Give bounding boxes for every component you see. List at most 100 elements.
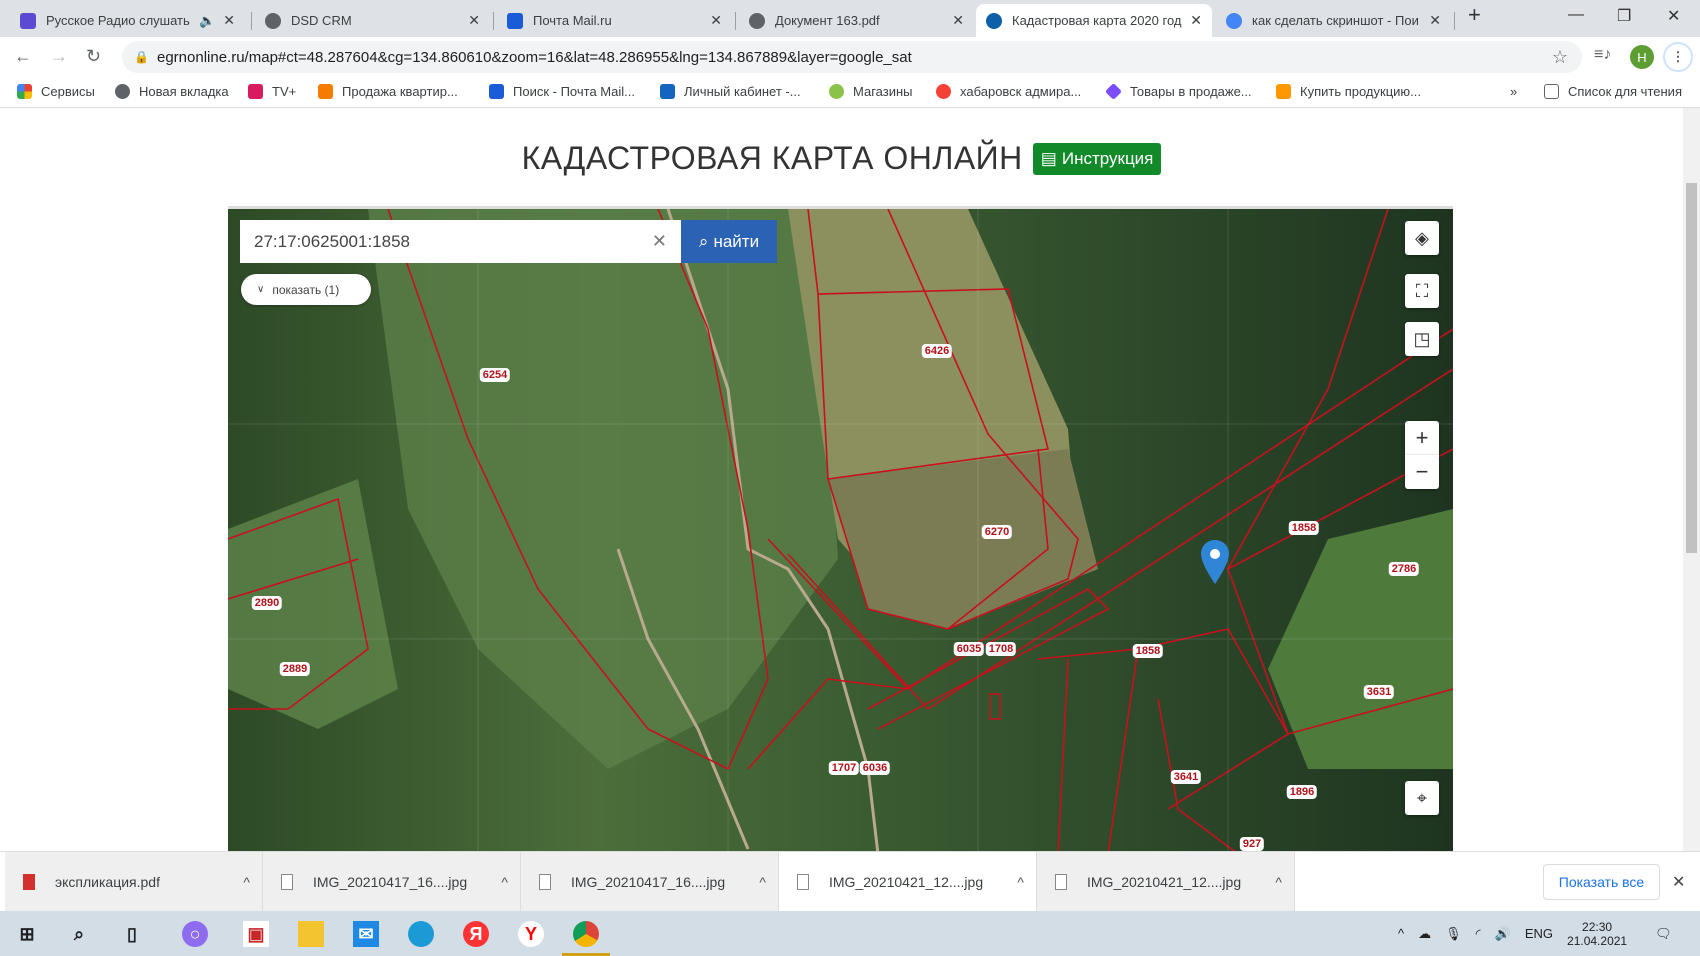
zoom-in-button[interactable]: + — [1405, 421, 1439, 455]
microphone-icon[interactable]: 🎙 — [1445, 926, 1462, 942]
close-downloads-icon[interactable]: ✕ — [1672, 872, 1685, 892]
parcel-label[interactable]: 1707 — [828, 761, 860, 775]
new-tab-button[interactable]: + — [1468, 2, 1481, 28]
bookmark-mail-search[interactable]: Поиск - Почта Mail... — [489, 84, 635, 99]
parcel-label[interactable]: 1858 — [1132, 644, 1164, 658]
layers-button[interactable]: ◈ — [1405, 221, 1439, 255]
bookmark-services[interactable]: Сервисы — [17, 84, 95, 99]
volume-icon[interactable]: 🔊 — [1495, 926, 1511, 942]
clear-search-icon[interactable]: ✕ — [652, 231, 667, 252]
reading-list[interactable]: Список для чтения — [1544, 84, 1682, 99]
edge-icon[interactable] — [408, 921, 434, 947]
forward-icon[interactable]: → — [50, 46, 68, 67]
tab-mail[interactable]: Почта Mail.ru ✕ — [497, 4, 732, 37]
chevron-up-icon[interactable]: ^ — [759, 874, 766, 890]
mail-icon[interactable]: ✉ — [353, 921, 379, 947]
zoom-out-button[interactable]: − — [1405, 455, 1439, 489]
instruction-button[interactable]: ▤ Инструкция — [1032, 142, 1162, 175]
bookmark-cabinet[interactable]: Личный кабинет -... — [660, 84, 801, 99]
start-icon[interactable]: ⊞ — [14, 921, 40, 947]
parcel-label[interactable]: 6254 — [479, 368, 511, 382]
search-icon: ⌕ — [698, 231, 709, 251]
bookmark-buy[interactable]: Купить продукцию... — [1276, 84, 1421, 99]
parcel-label[interactable]: 2890 — [251, 596, 283, 610]
menu-icon[interactable]: ⋮ — [1663, 42, 1693, 72]
close-tab-icon[interactable]: ✕ — [468, 12, 480, 29]
tab-russkoe-radio[interactable]: Русское Радио слушать 🔈 ✕ — [10, 4, 245, 37]
bookmark-apartments[interactable]: Продажа квартир... — [318, 84, 458, 99]
profile-avatar[interactable]: H — [1630, 45, 1654, 69]
language-indicator[interactable]: ENG — [1525, 926, 1553, 941]
measure-button[interactable]: ◳ — [1405, 322, 1439, 356]
parcel-label[interactable]: 2889 — [279, 662, 311, 676]
bookmark-new-tab[interactable]: Новая вкладка — [115, 84, 229, 99]
fullscreen-button[interactable]: ⛶ — [1405, 274, 1439, 308]
close-tab-icon[interactable]: ✕ — [1190, 12, 1202, 29]
media-icon[interactable]: ≡♪ — [1594, 46, 1611, 64]
wifi-icon[interactable]: ◜ — [1476, 926, 1481, 942]
close-tab-icon[interactable]: ✕ — [710, 12, 722, 29]
download-item[interactable]: IMG_20210421_12....jpg ^ — [779, 852, 1037, 912]
reload-icon[interactable]: ↻ — [86, 46, 101, 67]
bookmark-tv[interactable]: TV+ — [248, 84, 296, 99]
bookmark-shops[interactable]: Магазины — [829, 84, 913, 99]
yandex-browser-icon[interactable]: Y — [518, 921, 544, 947]
locate-button[interactable]: ⌖ — [1405, 781, 1439, 815]
chrome-icon[interactable] — [573, 921, 599, 947]
minimize-button[interactable]: — — [1568, 6, 1584, 24]
parcel-label[interactable]: 3641 — [1170, 770, 1202, 784]
back-icon[interactable]: ← — [14, 46, 32, 67]
url-bar[interactable]: 🔒 egrnonline.ru/map#ct=48.287604&cg=134.… — [122, 41, 1582, 73]
more-bookmarks-icon[interactable]: » — [1510, 84, 1517, 99]
bookmark-khabarovsk[interactable]: хабаровск адмира... — [936, 84, 1081, 99]
scrollbar-thumb[interactable] — [1686, 183, 1697, 553]
close-tab-icon[interactable]: ✕ — [952, 12, 964, 29]
parcel-label[interactable]: 6035 — [953, 642, 985, 656]
gift-icon[interactable]: ▣ — [243, 921, 269, 947]
task-view-icon[interactable]: ▯ — [119, 921, 145, 947]
download-item[interactable]: IMG_20210417_16....jpg ^ — [263, 852, 521, 912]
download-item[interactable]: экспликация.pdf ^ — [5, 852, 263, 912]
search-button[interactable]: ⌕ найти — [681, 220, 777, 263]
star-icon — [1105, 83, 1122, 100]
tab-document-pdf[interactable]: Документ 163.pdf ✕ — [739, 4, 974, 37]
parcel-label[interactable]: 927 — [1239, 837, 1265, 851]
cadastral-map[interactable]: 6254 6426 6270 2890 2889 6035 1708 1858 … — [228, 206, 1453, 851]
location-pin-icon[interactable] — [1201, 540, 1229, 584]
restore-button[interactable]: ❐ — [1617, 6, 1631, 26]
search-icon[interactable]: ⌕ — [66, 921, 92, 947]
parcel-label[interactable]: 1708 — [985, 642, 1017, 656]
parcel-label[interactable]: 3631 — [1363, 685, 1395, 699]
show-all-downloads-button[interactable]: Показать все — [1543, 864, 1660, 900]
parcel-label[interactable]: 6036 — [859, 761, 891, 775]
download-item[interactable]: IMG_20210421_12....jpg ^ — [1037, 852, 1295, 912]
show-results-toggle[interactable]: ∨ показать (1) — [241, 274, 371, 305]
clock[interactable]: 22:30 21.04.2021 — [1567, 920, 1627, 948]
bookmark-star-icon[interactable]: ☆ — [1552, 47, 1568, 68]
chevron-up-icon[interactable]: ^ — [501, 874, 508, 890]
download-item[interactable]: IMG_20210417_16....jpg ^ — [521, 852, 779, 912]
parcel-label[interactable]: 1858 — [1288, 521, 1320, 535]
parcel-label[interactable]: 6270 — [981, 525, 1013, 539]
page-scrollbar[interactable] — [1683, 108, 1700, 851]
chevron-up-icon[interactable]: ^ — [243, 874, 250, 890]
file-explorer-icon[interactable] — [298, 921, 324, 947]
chevron-up-icon[interactable]: ^ — [1017, 874, 1024, 890]
bookmark-goods[interactable]: Товары в продаже... — [1105, 83, 1252, 100]
parcel-label[interactable]: 2786 — [1388, 562, 1420, 576]
alice-icon[interactable]: ○ — [182, 921, 208, 947]
notifications-icon[interactable]: 🗨 — [1655, 926, 1672, 942]
close-tab-icon[interactable]: ✕ — [223, 12, 235, 29]
tab-cadastral-map[interactable]: Кадастровая карта 2020 год ✕ — [976, 4, 1212, 37]
cadastral-search-input[interactable]: 27:17:0625001:1858 ✕ — [240, 220, 681, 263]
close-window-button[interactable]: ✕ — [1667, 6, 1680, 26]
tab-google-search[interactable]: как сделать скриншот - Пои ✕ — [1216, 4, 1451, 37]
tray-chevron-icon[interactable]: ^ — [1398, 926, 1404, 941]
close-tab-icon[interactable]: ✕ — [1429, 12, 1441, 29]
tab-dsd-crm[interactable]: DSD CRM ✕ — [255, 4, 490, 37]
chevron-up-icon[interactable]: ^ — [1275, 874, 1282, 890]
parcel-label[interactable]: 6426 — [921, 344, 953, 358]
yandex-icon[interactable]: Я — [463, 921, 489, 947]
parcel-label[interactable]: 1896 — [1286, 785, 1318, 799]
onedrive-icon[interactable]: ☁ — [1418, 926, 1431, 942]
